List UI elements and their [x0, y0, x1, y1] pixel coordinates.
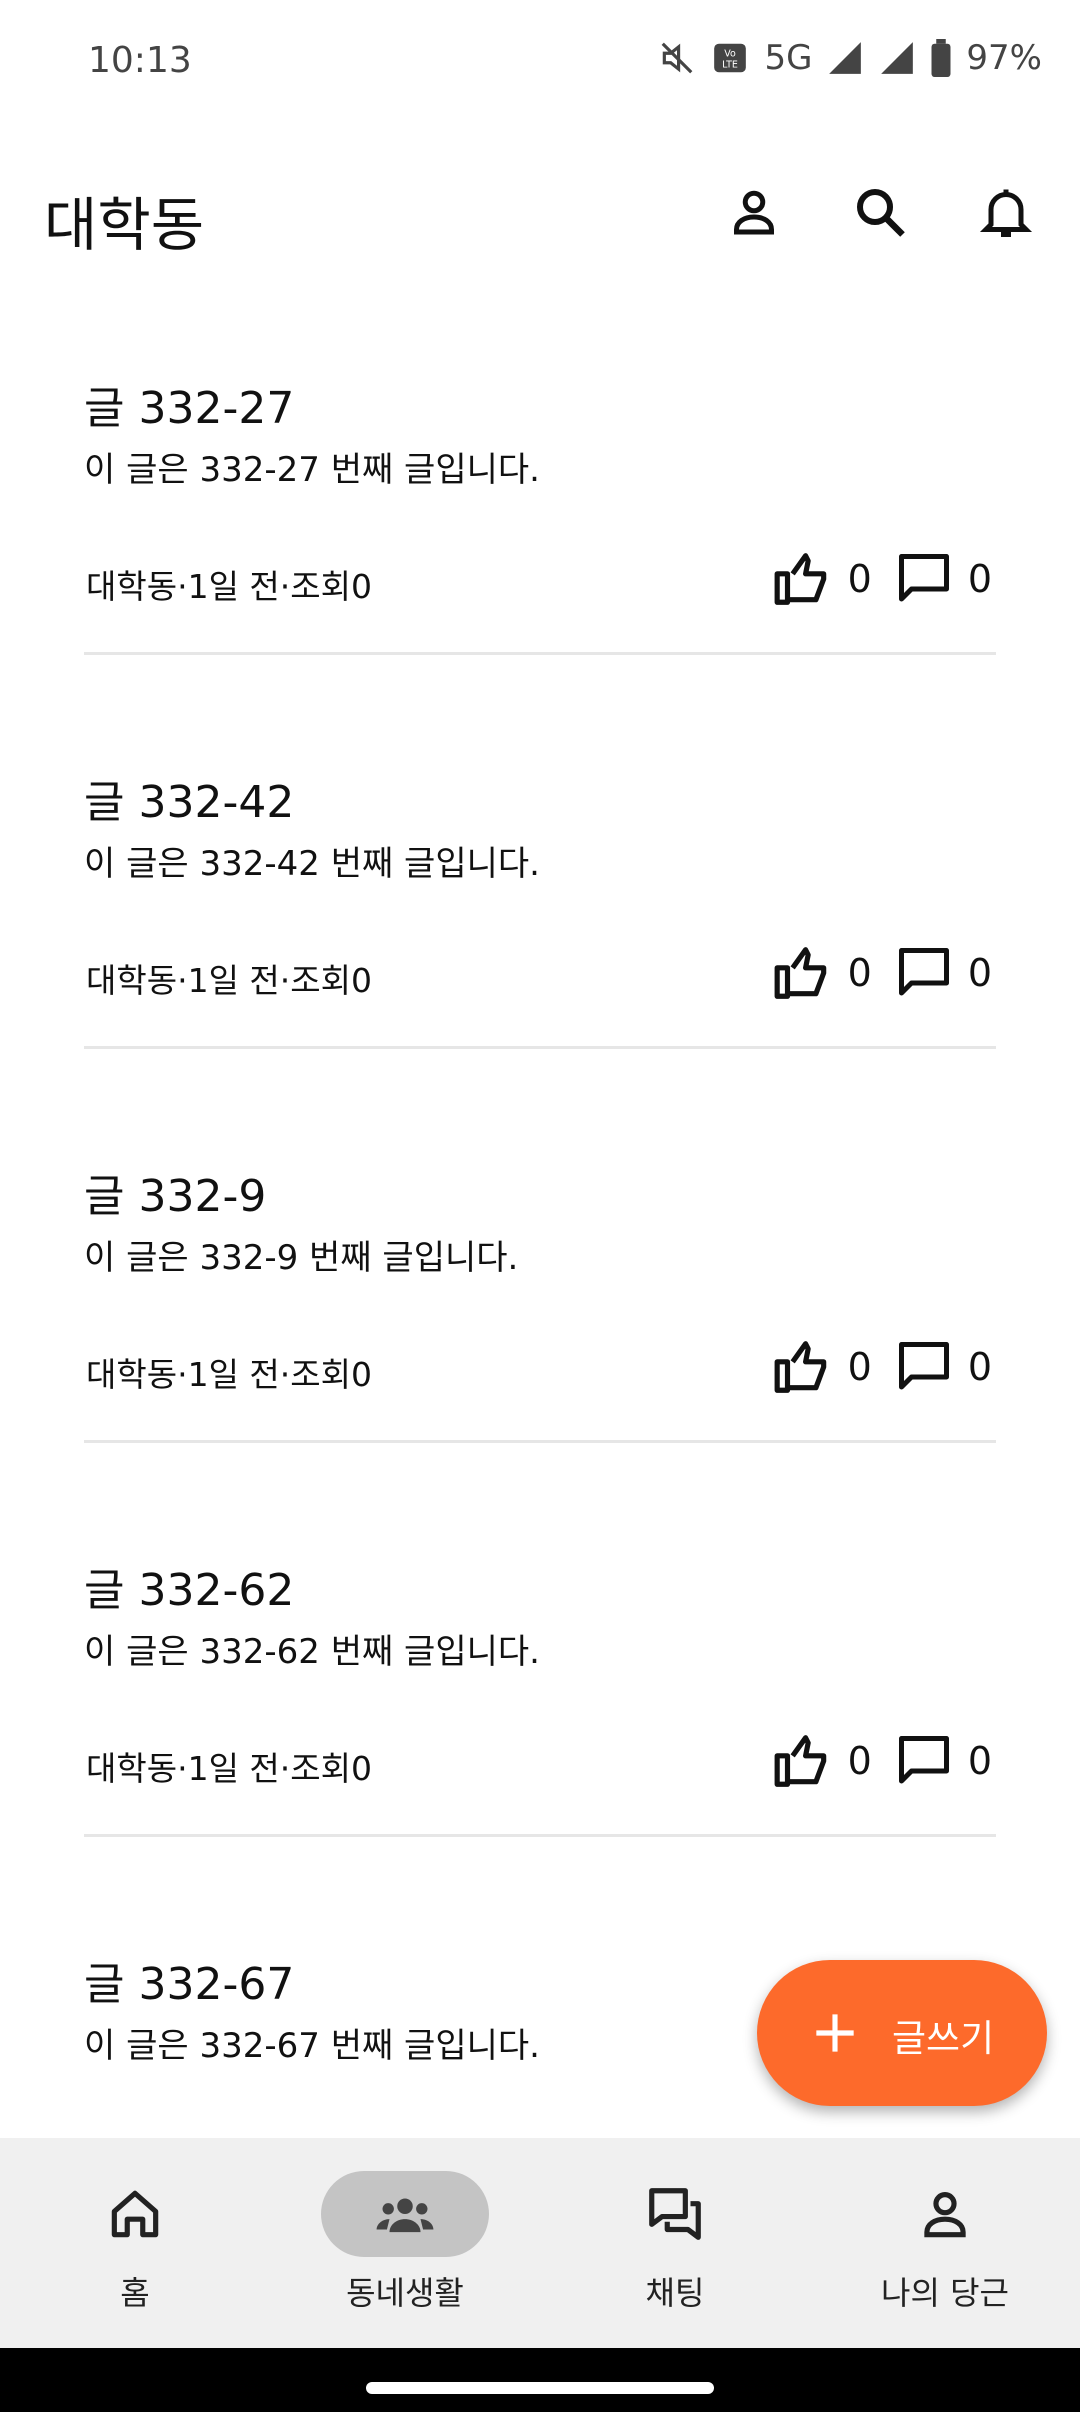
post-body: 이 글은 332-27 번째 글입니다. [84, 450, 540, 490]
svg-text:LTE: LTE [723, 60, 739, 71]
signal-icon [881, 42, 914, 74]
bell-icon [979, 189, 1033, 237]
home-icon [111, 2190, 159, 2238]
post-title: 글 332-42 [84, 777, 295, 828]
thumb-up-icon[interactable] [772, 942, 834, 1004]
home-gesture-handle[interactable] [366, 2382, 714, 2394]
app-bar: 대학동 [0, 150, 1080, 270]
list-item[interactable]: 글 332-42 이 글은 332-42 번째 글입니다. 대학동·1일 전·조… [84, 766, 996, 1056]
status-time: 10:13 [88, 40, 192, 81]
comment-count: 0 [967, 557, 992, 601]
post-stats: 0 0 [772, 1730, 992, 1792]
status-icons: Vo LTE 5G 97% [658, 38, 1042, 78]
write-post-button[interactable]: 글쓰기 [757, 1960, 1047, 2106]
divider [84, 652, 996, 655]
like-count: 0 [847, 557, 872, 601]
comment-count: 0 [967, 951, 992, 995]
nav-label: 동네생활 [346, 2274, 464, 2312]
status-bar: 10:13 Vo LTE 5G 97% [0, 0, 1080, 126]
thumb-up-icon[interactable] [772, 1336, 834, 1398]
person-icon [924, 2192, 966, 2238]
comment-icon[interactable] [894, 1731, 954, 1791]
post-stats: 0 0 [772, 1336, 992, 1398]
search-icon [857, 189, 905, 237]
comment-icon[interactable] [894, 943, 954, 1003]
nav-item-my-profile[interactable]: 나의 당근 [810, 2138, 1080, 2348]
list-item[interactable]: 글 332-9 이 글은 332-9 번째 글입니다. 대학동·1일 전·조회0… [84, 1160, 996, 1450]
post-meta: 대학동·1일 전·조회0 [86, 1355, 372, 1394]
nav-item-home[interactable]: 홈 [0, 2138, 270, 2348]
mute-icon [662, 42, 693, 74]
post-body: 이 글은 332-62 번째 글입니다. [84, 1632, 540, 1672]
battery-level: 97% [966, 38, 1042, 78]
comment-count: 0 [967, 1345, 992, 1389]
person-icon [734, 190, 774, 235]
post-meta: 대학동·1일 전·조회0 [86, 1749, 372, 1788]
bottom-nav: 홈 동네생활 채팅 나의 당근 [0, 2138, 1080, 2348]
profile-button[interactable] [724, 182, 784, 242]
post-body: 이 글은 332-9 번째 글입니다. [84, 1238, 519, 1278]
system-nav-bar [0, 2348, 1080, 2412]
chat-icon [649, 2188, 701, 2240]
post-stats: 0 0 [772, 548, 992, 610]
list-item[interactable]: 글 332-27 이 글은 332-27 번째 글입니다. 대학동·1일 전·조… [84, 372, 996, 662]
write-post-label: 글쓰기 [892, 2017, 995, 2060]
nav-label: 홈 [120, 2274, 150, 2312]
post-title: 글 332-27 [84, 383, 295, 434]
like-count: 0 [847, 1345, 872, 1389]
battery-icon [931, 39, 951, 77]
post-body: 이 글은 332-67 번째 글입니다. [84, 2026, 540, 2066]
divider [84, 1834, 996, 1837]
post-meta: 대학동·1일 전·조회0 [86, 961, 372, 1000]
post-stats: 0 0 [772, 942, 992, 1004]
comment-icon[interactable] [894, 1337, 954, 1397]
search-button[interactable] [850, 182, 910, 242]
post-title: 글 332-62 [84, 1565, 295, 1616]
thumb-up-icon[interactable] [772, 548, 834, 610]
post-title: 글 332-9 [84, 1171, 267, 1222]
like-count: 0 [847, 1739, 872, 1783]
list-item[interactable]: 글 332-62 이 글은 332-62 번째 글입니다. 대학동·1일 전·조… [84, 1554, 996, 1844]
notification-button[interactable] [976, 182, 1036, 242]
post-title: 글 332-67 [84, 1959, 295, 2010]
nav-label: 채팅 [645, 2274, 705, 2312]
svg-text:Vo: Vo [725, 48, 737, 59]
network-type: 5G [764, 38, 813, 78]
divider [84, 1046, 996, 1049]
nav-item-chat[interactable]: 채팅 [540, 2138, 810, 2348]
comment-count: 0 [967, 1739, 992, 1783]
plus-icon [816, 2014, 854, 2052]
group-icon [376, 2198, 434, 2233]
comment-icon[interactable] [894, 549, 954, 609]
page-title: 대학동 [44, 191, 205, 259]
post-body: 이 글은 332-42 번째 글입니다. [84, 844, 540, 884]
signal-icon [829, 42, 862, 74]
divider [84, 1440, 996, 1443]
post-meta: 대학동·1일 전·조회0 [86, 567, 372, 606]
nav-label: 나의 당근 [881, 2274, 1009, 2312]
thumb-up-icon[interactable] [772, 1730, 834, 1792]
like-count: 0 [847, 951, 872, 995]
nav-item-community[interactable]: 동네생활 [270, 2138, 540, 2348]
volte-icon: VoLTE [714, 43, 747, 73]
